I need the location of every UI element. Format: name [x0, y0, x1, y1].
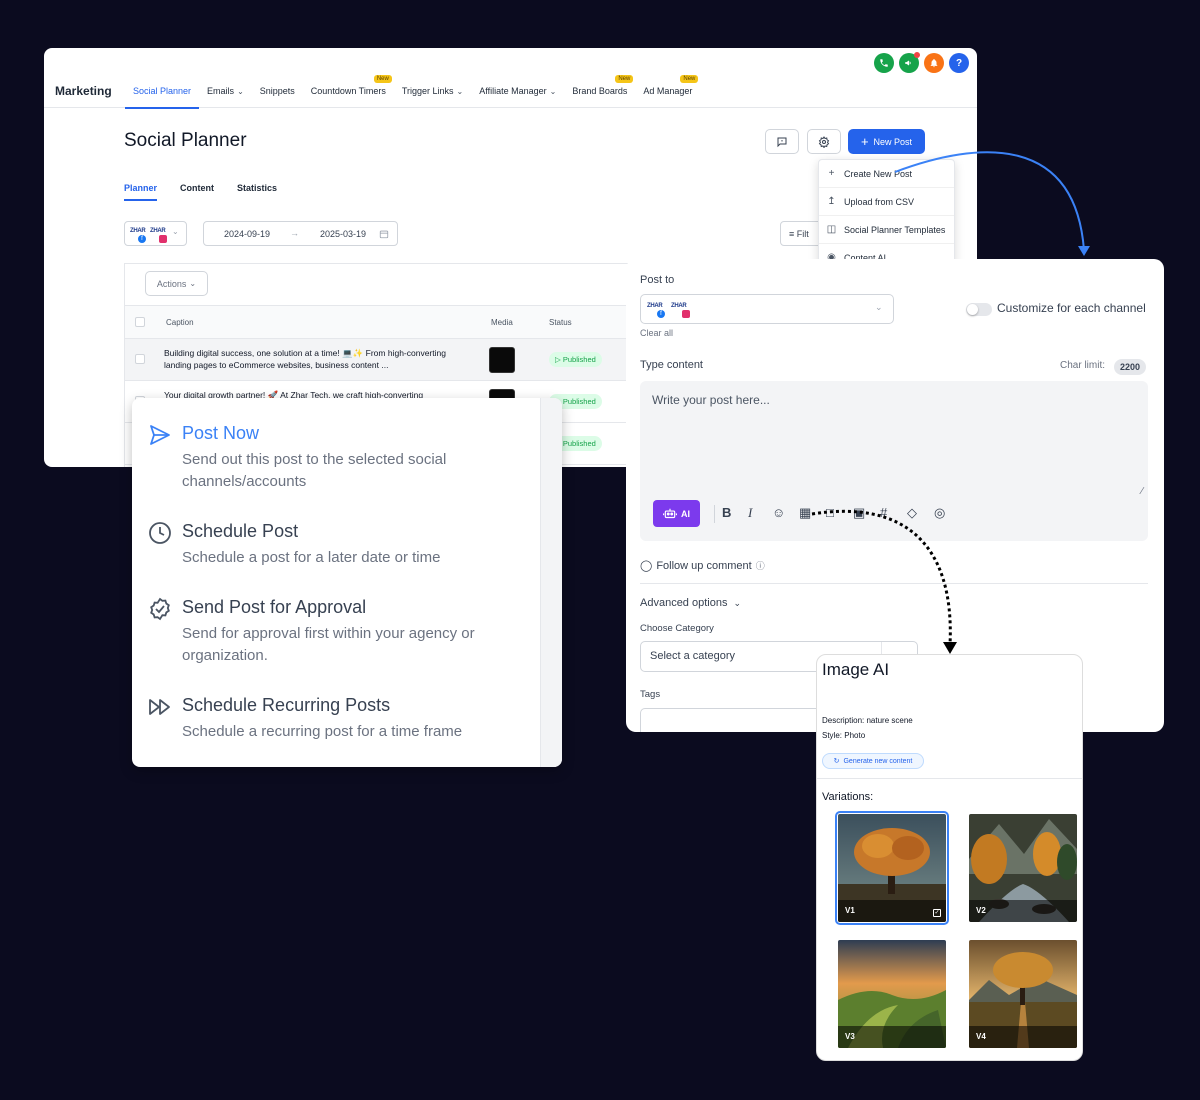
- connector-arrow-dotted: [811, 509, 952, 646]
- connector-arrow-blue: [894, 151, 1085, 251]
- connector-overlay: [811, 151, 1090, 654]
- arrowhead-icon: [1078, 246, 1090, 256]
- arrowhead-icon: [943, 642, 957, 654]
